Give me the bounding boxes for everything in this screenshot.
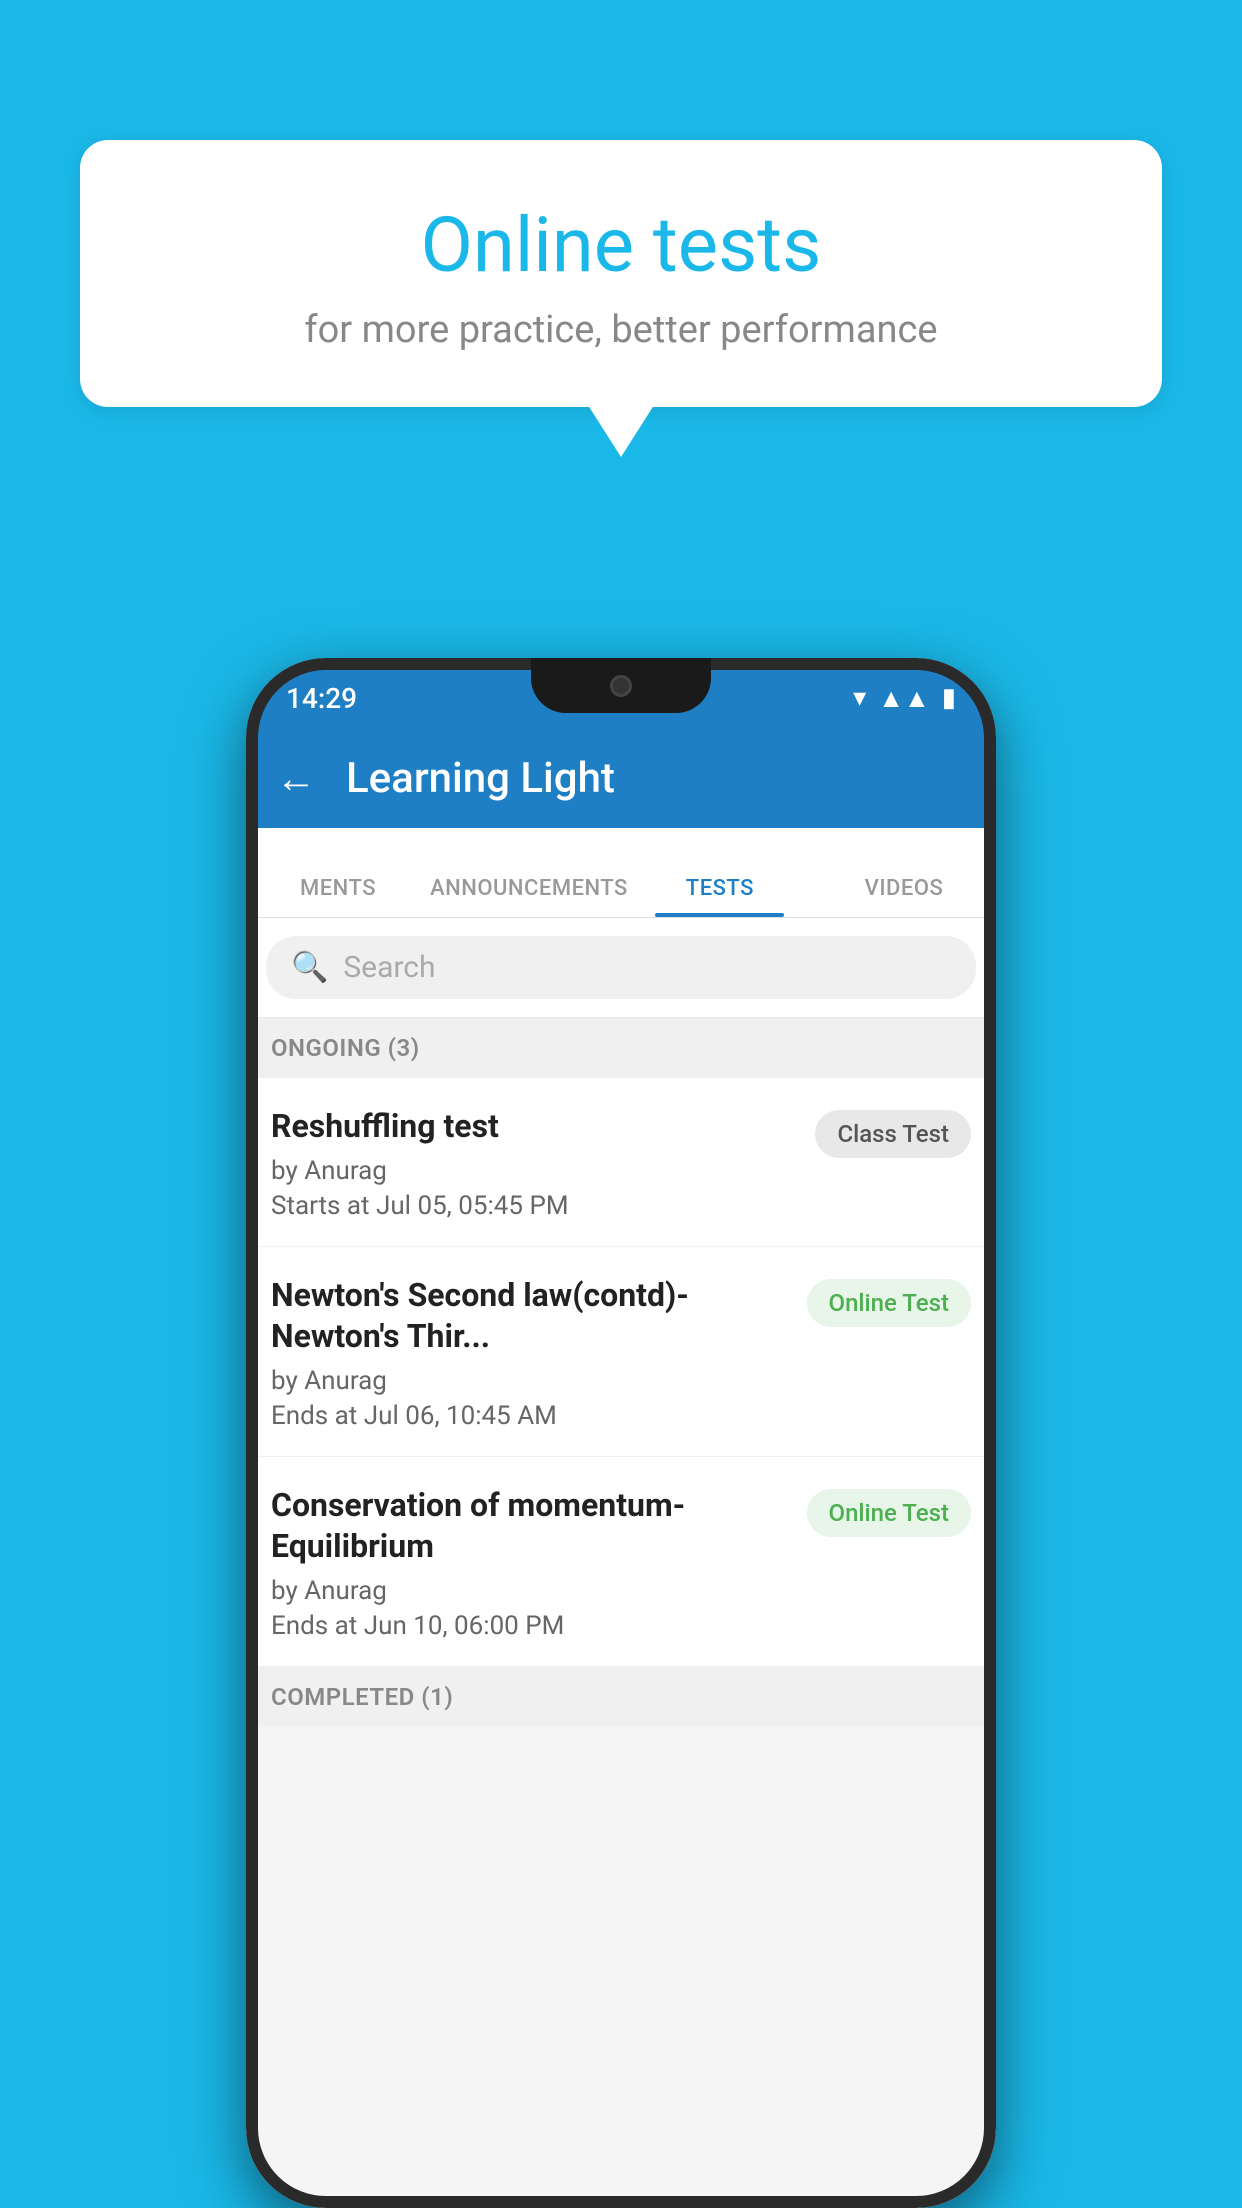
search-input-wrapper[interactable]: 🔍 Search	[266, 936, 976, 999]
wifi-icon: ▾	[853, 683, 866, 713]
test-name-reshuffling: Reshuffling test	[271, 1106, 795, 1148]
test-author-newton: by Anurag	[271, 1366, 787, 1396]
phone-frame: 14:29 ▾ ▲▲ ▮ ← Learning Light MENTS ANNO…	[246, 658, 996, 2208]
battery-icon: ▮	[942, 683, 956, 713]
bubble-title: Online tests	[150, 200, 1092, 290]
test-name-newton: Newton's Second law(contd)-Newton's Thir…	[271, 1275, 787, 1358]
test-author-reshuffling: by Anurag	[271, 1156, 795, 1186]
back-button[interactable]: ←	[276, 755, 316, 802]
test-name-conservation: Conservation of momentum-Equilibrium	[271, 1485, 787, 1568]
speech-bubble: Online tests for more practice, better p…	[80, 140, 1162, 407]
tab-bar: MENTS ANNOUNCEMENTS TESTS VIDEOS	[246, 828, 996, 918]
test-item-reshuffling[interactable]: Reshuffling test by Anurag Starts at Jul…	[246, 1078, 996, 1247]
test-author-conservation: by Anurag	[271, 1576, 787, 1606]
speech-bubble-container: Online tests for more practice, better p…	[80, 140, 1162, 407]
test-date-conservation: Ends at Jun 10, 06:00 PM	[271, 1611, 787, 1641]
test-badge-reshuffling: Class Test	[815, 1110, 971, 1158]
search-container: 🔍 Search	[246, 918, 996, 1018]
tests-list: Reshuffling test by Anurag Starts at Jul…	[246, 1078, 996, 1667]
test-badge-conservation: Online Test	[807, 1489, 971, 1537]
phone-notch	[531, 658, 711, 713]
test-date-reshuffling: Starts at Jul 05, 05:45 PM	[271, 1191, 795, 1221]
test-item-newton[interactable]: Newton's Second law(contd)-Newton's Thir…	[246, 1247, 996, 1457]
app-header: ← Learning Light	[246, 728, 996, 828]
tab-videos[interactable]: VIDEOS	[812, 876, 996, 917]
test-badge-newton: Online Test	[807, 1279, 971, 1327]
search-icon: 🔍	[291, 950, 328, 985]
tab-announcements[interactable]: ANNOUNCEMENTS	[430, 876, 628, 917]
status-icons: ▾ ▲▲ ▮	[853, 683, 956, 714]
search-input[interactable]: Search	[343, 950, 435, 985]
tab-tests[interactable]: TESTS	[628, 876, 812, 917]
test-info-newton: Newton's Second law(contd)-Newton's Thir…	[271, 1275, 787, 1431]
test-item-conservation[interactable]: Conservation of momentum-Equilibrium by …	[246, 1457, 996, 1667]
test-date-newton: Ends at Jul 06, 10:45 AM	[271, 1401, 787, 1431]
completed-label: COMPLETED (1)	[271, 1683, 453, 1711]
test-info-conservation: Conservation of momentum-Equilibrium by …	[271, 1485, 787, 1641]
app-title: Learning Light	[346, 754, 615, 803]
test-info-reshuffling: Reshuffling test by Anurag Starts at Jul…	[271, 1106, 795, 1221]
ongoing-section-header: ONGOING (3)	[246, 1018, 996, 1078]
signal-icon: ▲▲	[878, 683, 929, 714]
phone-wrapper: 14:29 ▾ ▲▲ ▮ ← Learning Light MENTS ANNO…	[246, 658, 996, 2208]
status-time: 14:29	[286, 682, 357, 715]
ongoing-label: ONGOING (3)	[271, 1034, 420, 1062]
bubble-subtitle: for more practice, better performance	[150, 308, 1092, 352]
tab-ments[interactable]: MENTS	[246, 876, 430, 917]
front-camera	[610, 675, 632, 697]
phone-screen: 14:29 ▾ ▲▲ ▮ ← Learning Light MENTS ANNO…	[246, 658, 996, 2208]
completed-section-header: COMPLETED (1)	[246, 1667, 996, 1727]
